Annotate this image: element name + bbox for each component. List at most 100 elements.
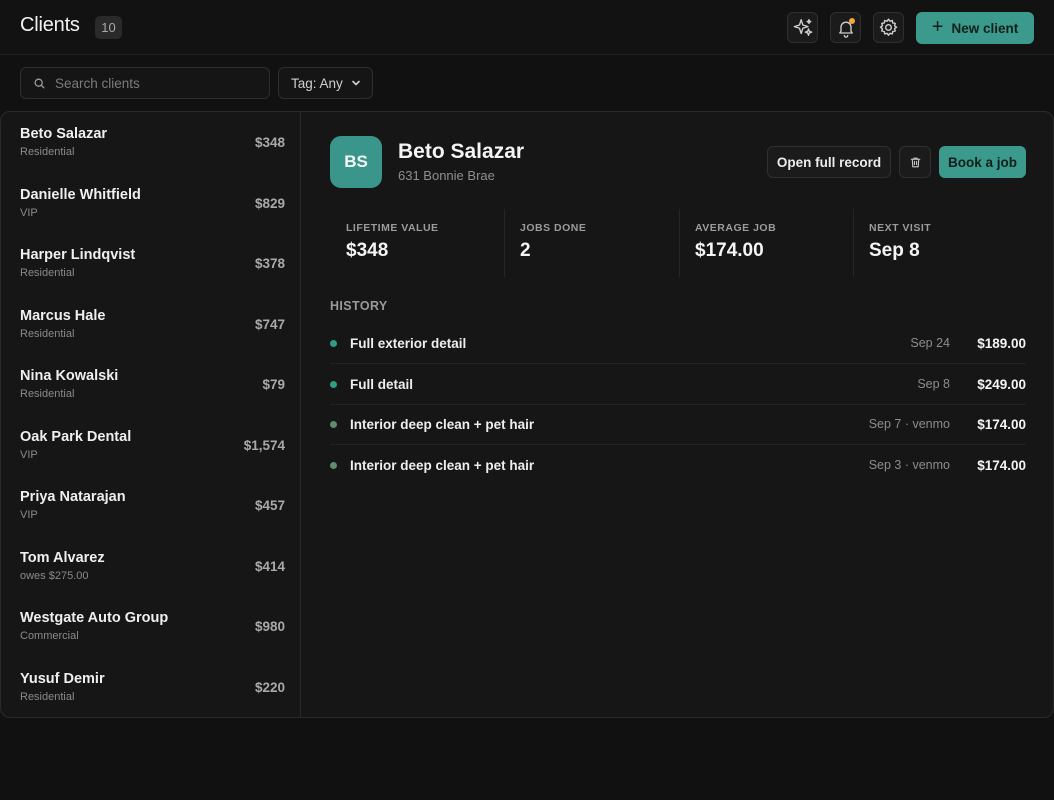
list-item[interactable]: Yusuf Demir Residential $220 — [1, 657, 301, 717]
trash-icon — [910, 157, 920, 167]
gear-icon — [879, 18, 898, 36]
history-meta: Sep 7 · venmo — [868, 417, 950, 431]
list-item[interactable]: Westgate Auto Group Commercial $980 — [1, 596, 301, 656]
client-name: Nina Kowalski — [20, 368, 119, 384]
client-name: Danielle Whitfield — [20, 186, 141, 203]
client-tag: Residential — [20, 267, 75, 279]
stat-label: AVERAGE JOB — [695, 222, 777, 234]
client-name-heading: Beto Salazar — [398, 140, 525, 163]
client-amount: $378 — [254, 256, 285, 271]
client-name: Beto Salazar — [20, 126, 108, 142]
new-client-button[interactable]: + New client — [916, 12, 1034, 44]
status-dot — [330, 340, 337, 347]
clients-panel: Beto Salazar Residential $348 Danielle Whit… — [0, 111, 1054, 718]
history-meta: Sep 24 — [910, 336, 950, 350]
stat-value: $348 — [346, 240, 389, 261]
client-name: Westgate Auto Group — [20, 610, 169, 626]
search-input[interactable] — [55, 75, 255, 91]
client-tag: Commercial — [20, 630, 79, 642]
history-row[interactable]: Full detail Sep 8 $249.00 — [330, 365, 1026, 405]
stat-jobs-done: JOBS DONE 2 — [504, 209, 678, 277]
history-meta: Sep 3 · venmo — [868, 457, 950, 472]
history-title: Full detail — [350, 376, 414, 392]
client-amount: $348 — [254, 135, 285, 150]
history-row[interactable]: Interior deep clean + pet hair Sep 3 · ve… — [330, 446, 1026, 486]
client-amount: $980 — [254, 619, 285, 634]
history-title: Full exterior detail — [350, 336, 467, 351]
settings-button[interactable] — [873, 12, 904, 43]
list-item[interactable]: Beto Salazar Residential $348 — [1, 112, 301, 172]
client-amount: $457 — [254, 498, 285, 513]
client-detail: BS Beto Salazar 631 Bonnie Brae Open ful… — [302, 112, 1053, 717]
status-dot — [330, 380, 337, 388]
stat-label: NEXT VISIT — [869, 222, 932, 234]
client-name: Oak Park Dental — [20, 428, 132, 445]
stat-label: LIFETIME VALUE — [346, 222, 439, 234]
ai-assistant-button[interactable] — [787, 12, 818, 43]
client-tag: VIP — [20, 448, 38, 461]
list-item[interactable]: Marcus Hale Residential $747 — [1, 294, 301, 354]
client-amount: $747 — [254, 316, 285, 332]
sparkle-icon — [793, 18, 812, 36]
avatar: BS — [330, 136, 382, 188]
history-amount: $189.00 — [977, 336, 1026, 351]
client-amount: $1,574 — [243, 437, 285, 453]
client-amount: $220 — [254, 679, 285, 695]
stat-average-job: AVERAGE JOB $174.00 — [679, 209, 853, 277]
client-tag: Residential — [20, 690, 75, 703]
notifications-button[interactable] — [830, 12, 861, 43]
search-icon — [34, 78, 45, 88]
client-amount: $829 — [254, 195, 285, 211]
stat-value: Sep 8 — [869, 240, 920, 261]
client-amount: $79 — [262, 377, 285, 392]
client-count-badge: 10 — [95, 16, 122, 39]
history-heading: HISTORY — [330, 299, 388, 313]
list-item[interactable]: Danielle Whitfield VIP $829 — [1, 173, 301, 233]
stat-value: 2 — [520, 240, 531, 261]
notification-dot — [849, 18, 855, 24]
stat-value: $174.00 — [695, 240, 764, 261]
client-name: Harper Lindqvist — [20, 247, 136, 263]
stat-label: JOBS DONE — [520, 222, 587, 234]
client-tag: Residential — [20, 327, 75, 340]
client-list: Beto Salazar Residential $348 Danielle Whit… — [1, 112, 301, 717]
plus-icon: + — [931, 16, 944, 38]
history-amount: $174.00 — [977, 457, 1026, 473]
history-row[interactable]: Interior deep clean + pet hair Sep 7 · ve… — [330, 405, 1026, 445]
search-box[interactable] — [20, 67, 270, 99]
client-name: Yusuf Demir — [20, 670, 105, 687]
chevron-down-icon — [351, 80, 360, 86]
client-name: Priya Natarajan — [20, 489, 126, 505]
client-tag: Residential — [20, 388, 75, 400]
status-dot — [330, 421, 337, 428]
list-item[interactable]: Oak Park Dental VIP $1,574 — [1, 415, 301, 475]
delete-client-button[interactable] — [899, 146, 931, 178]
client-tag: Residential — [20, 146, 75, 158]
list-item[interactable]: Tom Alvarez owes $275.00 $414 — [1, 536, 301, 596]
open-full-record-button[interactable]: Open full record — [767, 146, 891, 178]
list-item[interactable]: Priya Natarajan VIP $457 — [1, 475, 301, 535]
list-item[interactable]: Nina Kowalski Residential $79 — [1, 354, 301, 414]
client-tag: VIP — [20, 206, 38, 219]
client-name: Tom Alvarez — [20, 549, 105, 566]
client-name: Marcus Hale — [20, 307, 106, 324]
history-amount: $174.00 — [977, 417, 1026, 432]
new-client-label: New client — [951, 20, 1019, 36]
history-title: Interior deep clean + pet hair — [350, 457, 535, 473]
client-tag: owes $275.00 — [20, 569, 89, 582]
page-title: Clients — [20, 14, 80, 36]
history-row[interactable]: Full exterior detail Sep 24 $189.00 — [330, 324, 1026, 364]
stat-next-visit: NEXT VISIT Sep 8 — [853, 209, 1027, 277]
top-bar: Clients 10 + New client — [0, 0, 1054, 55]
status-dot — [330, 461, 337, 469]
list-item[interactable]: Harper Lindqvist Residential $378 — [1, 233, 301, 293]
stat-lifetime-value: LIFETIME VALUE $348 — [330, 209, 504, 277]
book-a-job-button[interactable]: Book a job — [939, 146, 1026, 178]
client-address: 631 Bonnie Brae — [398, 168, 495, 183]
client-amount: $414 — [254, 558, 285, 574]
client-tag: VIP — [20, 509, 38, 521]
history-meta: Sep 8 — [917, 376, 950, 391]
tag-filter-dropdown[interactable]: Tag: Any — [278, 67, 373, 99]
history-title: Interior deep clean + pet hair — [350, 417, 535, 432]
history-amount: $249.00 — [977, 376, 1026, 392]
